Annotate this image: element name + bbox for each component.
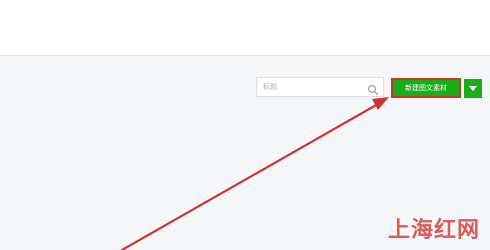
watermark: 上海红网 <box>388 218 481 243</box>
